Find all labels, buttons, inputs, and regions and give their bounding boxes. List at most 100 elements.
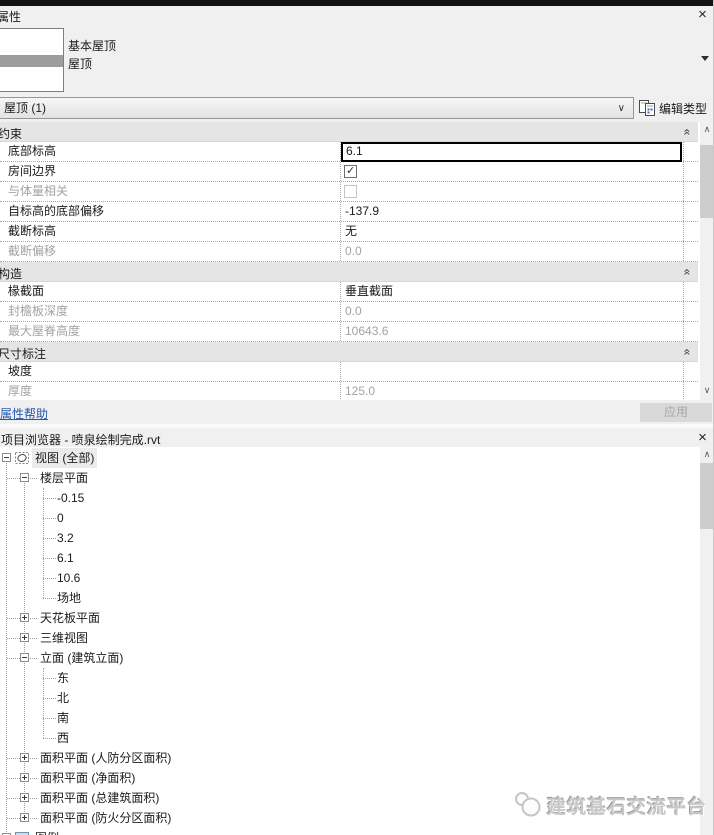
tree-connector-stub bbox=[7, 658, 20, 659]
tree-expand-plus-icon[interactable] bbox=[20, 613, 29, 622]
tree-item-label: 三维视图 bbox=[40, 631, 89, 645]
grid-spacer bbox=[684, 222, 698, 241]
scroll-up-icon[interactable]: ∧ bbox=[700, 447, 713, 462]
property-value[interactable]: -137.9 bbox=[341, 202, 684, 221]
scroll-up-icon[interactable]: ∧ bbox=[700, 122, 713, 137]
tree-expand-plus-icon[interactable] bbox=[20, 753, 29, 762]
property-value[interactable]: 6.1 bbox=[341, 142, 684, 162]
tree-item[interactable]: 南 bbox=[0, 708, 698, 728]
section-header[interactable]: 尺寸标注 « bbox=[0, 342, 698, 362]
watermark: 建筑基石交流平台 bbox=[512, 789, 707, 821]
section-header[interactable]: 构造 « bbox=[0, 262, 698, 282]
tree-item[interactable]: 西 bbox=[0, 728, 698, 748]
property-value[interactable]: 0.0 bbox=[341, 302, 684, 321]
tree-connector-stub bbox=[7, 778, 20, 779]
revit-docked-panels: 属性 × 基本屋顶 屋顶 屋顶 (1) ∨ bbox=[0, 0, 714, 835]
tree-connector-stub bbox=[30, 618, 37, 619]
property-value[interactable]: 垂直截面 bbox=[341, 282, 684, 301]
tree-item[interactable]: 场地 bbox=[0, 588, 698, 608]
scrollbar-thumb[interactable] bbox=[700, 463, 713, 529]
type-dropdown-arrow-icon[interactable] bbox=[701, 56, 709, 61]
tree-connector-stub bbox=[7, 478, 20, 479]
edit-type-button[interactable]: 编辑类型 bbox=[637, 96, 713, 120]
section-label: 构造 bbox=[0, 267, 23, 281]
tree-item[interactable]: 北 bbox=[0, 688, 698, 708]
tree-expand-plus-icon[interactable] bbox=[20, 793, 29, 802]
close-icon[interactable]: × bbox=[694, 429, 711, 446]
tree-item[interactable]: 天花板平面 bbox=[0, 608, 698, 628]
selection-filter-combobox[interactable]: 屋顶 (1) ∨ bbox=[0, 97, 634, 119]
tree-item[interactable]: 3.2 bbox=[0, 528, 698, 548]
watermark-text: 建筑基石交流平台 bbox=[547, 796, 708, 818]
tree-expand-minus-icon[interactable] bbox=[20, 653, 29, 662]
properties-title: 属性 bbox=[0, 10, 22, 24]
type-selector[interactable]: 基本屋顶 屋顶 bbox=[0, 24, 713, 94]
tree-connector-stub bbox=[30, 798, 37, 799]
tree-expand-minus-icon[interactable] bbox=[20, 473, 29, 482]
checkbox[interactable] bbox=[344, 185, 357, 198]
tree-connector-stub bbox=[7, 798, 20, 799]
grid-spacer bbox=[684, 322, 698, 341]
section-header[interactable]: 约束 « bbox=[0, 122, 698, 142]
tree-item[interactable]: 面积平面 (净面积) bbox=[0, 768, 698, 788]
property-row: 封檐板深度 0.0 bbox=[0, 302, 698, 322]
tree-item[interactable]: 6.1 bbox=[0, 548, 698, 568]
tree-item[interactable]: 东 bbox=[0, 668, 698, 688]
tree-expand-plus-icon[interactable] bbox=[20, 813, 29, 822]
tree-connector-stub bbox=[7, 618, 20, 619]
property-value[interactable]: 10643.6 bbox=[341, 322, 684, 341]
properties-help-link[interactable]: 属性帮助 bbox=[0, 405, 48, 422]
browser-scrollbar[interactable]: ∧ bbox=[700, 447, 713, 835]
scroll-down-icon[interactable]: ∨ bbox=[700, 383, 713, 398]
grid-spacer bbox=[684, 282, 698, 301]
property-name: 椽截面 bbox=[0, 282, 341, 301]
tree-item[interactable]: 面积平面 (人防分区面积) bbox=[0, 748, 698, 768]
property-value-text: 垂直截面 bbox=[345, 284, 394, 298]
properties-scrollbar[interactable]: ∧ ∨ bbox=[700, 122, 713, 400]
property-value-text: 0.0 bbox=[345, 304, 362, 318]
apply-button[interactable]: 应用 bbox=[640, 403, 712, 422]
tree-connector-stub bbox=[30, 758, 37, 759]
property-row: 截断标高无 bbox=[0, 222, 698, 242]
tree-connector-stub bbox=[30, 658, 37, 659]
active-value-input[interactable]: 6.1 bbox=[341, 142, 682, 162]
property-value[interactable]: 0.0 bbox=[341, 242, 684, 261]
property-name: 与体量相关 bbox=[0, 182, 341, 201]
property-value-text: 125.0 bbox=[345, 384, 376, 398]
type-name: 屋顶 bbox=[68, 57, 93, 71]
property-row: 椽截面 垂直截面 bbox=[0, 282, 698, 302]
property-value[interactable]: 125.0 bbox=[341, 382, 684, 400]
views-icon bbox=[14, 450, 30, 466]
tree-item-label: 面积平面 (人防分区面积) bbox=[40, 751, 172, 765]
grid-spacer bbox=[684, 202, 698, 221]
tree-item-label: 东 bbox=[57, 671, 70, 685]
property-row: 坡度 bbox=[0, 362, 698, 382]
grid-spacer bbox=[684, 142, 698, 161]
tree-item[interactable]: 立面 (建筑立面) bbox=[0, 648, 698, 668]
tree-item[interactable]: 图例 bbox=[0, 828, 698, 835]
scrollbar-thumb[interactable] bbox=[700, 145, 713, 218]
tree-expand-plus-icon[interactable] bbox=[20, 773, 29, 782]
property-value[interactable]: 无 bbox=[341, 222, 684, 241]
tree-item[interactable]: 三维视图 bbox=[0, 628, 698, 648]
tree-expand-plus-icon[interactable] bbox=[20, 633, 29, 642]
property-value[interactable]: ✓ bbox=[341, 162, 684, 181]
tree-item[interactable]: -0.15 bbox=[0, 488, 698, 508]
tree-item[interactable]: 视图 (全部) bbox=[0, 448, 698, 468]
chevron-down-icon[interactable]: ∨ bbox=[618, 99, 625, 119]
tree-item[interactable]: 10.6 bbox=[0, 568, 698, 588]
collapse-chevron-icon[interactable]: « bbox=[681, 349, 695, 356]
tree-item[interactable]: 0 bbox=[0, 508, 698, 528]
collapse-chevron-icon[interactable]: « bbox=[681, 269, 695, 276]
property-row: 房间边界 ✓ bbox=[0, 162, 698, 182]
close-icon[interactable]: × bbox=[694, 6, 711, 23]
checkbox[interactable]: ✓ bbox=[344, 165, 357, 178]
property-value[interactable] bbox=[341, 362, 684, 381]
property-name: 封檐板深度 bbox=[0, 302, 341, 321]
tree-item-label: 视图 (全部) bbox=[32, 448, 98, 468]
property-value[interactable] bbox=[341, 182, 684, 201]
tree-item[interactable]: 楼层平面 bbox=[0, 468, 698, 488]
collapse-chevron-icon[interactable]: « bbox=[681, 129, 695, 136]
tree-expand-minus-icon[interactable] bbox=[2, 453, 11, 462]
tree-connector-stub bbox=[30, 478, 37, 479]
